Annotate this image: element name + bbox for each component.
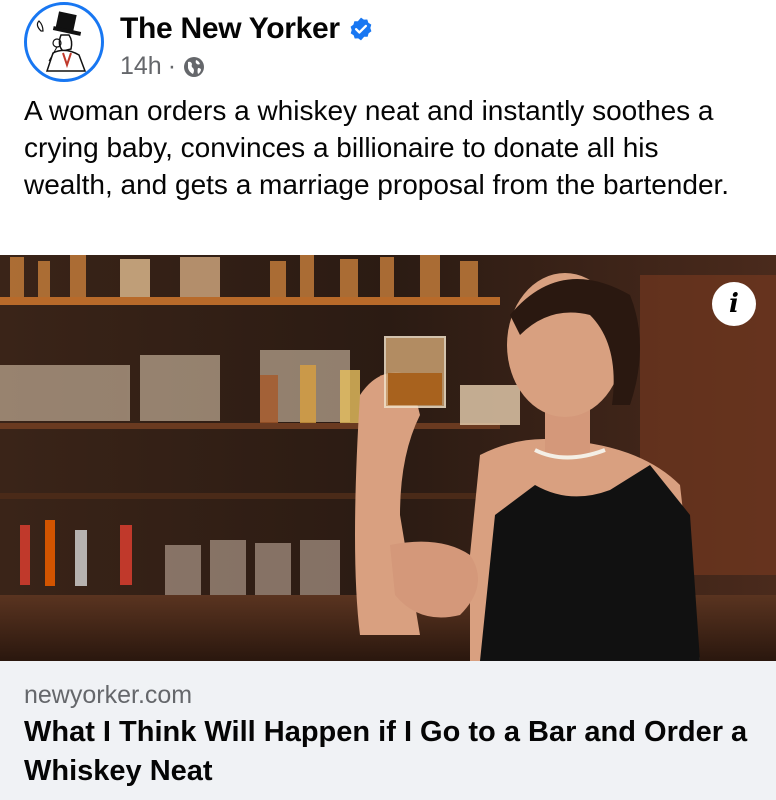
info-icon: i (729, 289, 739, 319)
link-preview-card[interactable]: newyorker.com What I Think Will Happen i… (0, 661, 776, 800)
page-avatar[interactable] (24, 2, 104, 82)
page-name[interactable]: The New Yorker (120, 12, 340, 46)
globe-icon[interactable] (182, 55, 206, 79)
post-timestamp[interactable]: 14h (120, 52, 162, 81)
bar-photo (0, 255, 776, 661)
link-domain: newyorker.com (24, 681, 193, 709)
link-title[interactable]: What I Think Will Happen if I Go to a Ba… (24, 713, 754, 791)
meta-separator: · (167, 52, 177, 80)
post-message: A woman orders a whiskey neat and instan… (24, 95, 730, 200)
eustace-tilley-logo-icon (36, 11, 87, 72)
post-header: The New Yorker 14h · (0, 0, 776, 90)
verified-badge-icon (350, 17, 372, 41)
post-image[interactable] (0, 255, 776, 661)
image-info-button[interactable]: i (712, 282, 756, 326)
